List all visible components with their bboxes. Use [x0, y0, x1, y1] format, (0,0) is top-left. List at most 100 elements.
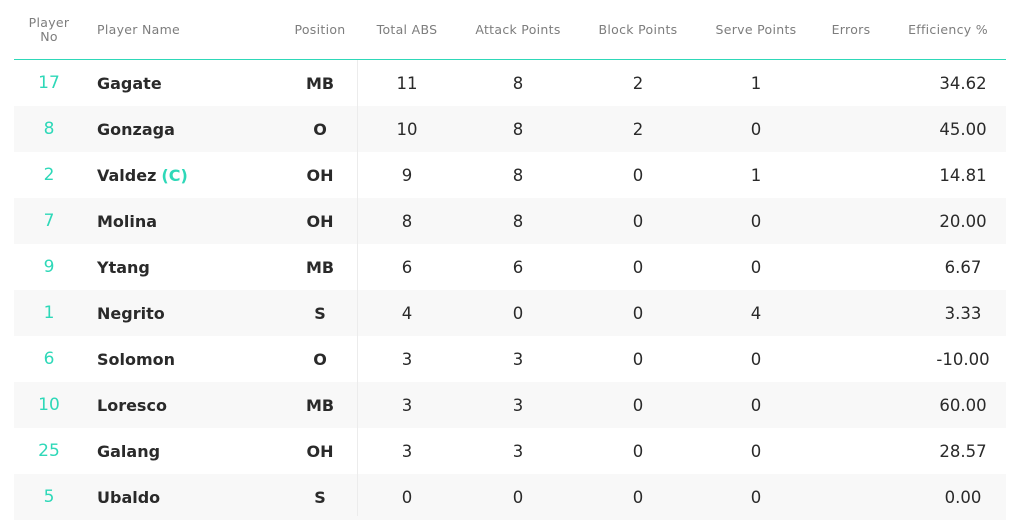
attack-points-value-text: 0	[512, 303, 524, 323]
serve-points-value-text: 0	[750, 487, 762, 507]
player-name-text: Molina	[97, 211, 158, 231]
total-abs-value-text: 0	[401, 487, 413, 507]
efficiency-value-text: 60.00	[939, 395, 987, 415]
player-name: Loresco	[97, 382, 277, 428]
efficiency-value: -10.00	[894, 336, 1002, 382]
attack-points-value: 8	[468, 198, 568, 244]
total-abs-value-text: 3	[401, 441, 413, 461]
efficiency-value: 3.33	[894, 290, 1002, 336]
player-number: 9	[14, 244, 84, 290]
errors-value	[821, 382, 881, 428]
player-position: O	[284, 106, 356, 152]
player-number-text: 1	[43, 303, 55, 323]
table-row: 2 Valdez (C) OH 9 8 0 1 14.81	[14, 152, 1006, 198]
block-points-value-text: 0	[632, 349, 644, 369]
table-row: 5 Ubaldo S 0 0 0 0 0.00	[14, 474, 1006, 520]
player-position: OH	[284, 198, 356, 244]
attack-points-value: 8	[468, 60, 568, 106]
table-body: 17 Gagate MB 11 8 2 1 34.62 8 Gonzaga O 10 8 2 0 45.00 2…	[14, 60, 1006, 520]
total-abs-value-text: 6	[401, 257, 413, 277]
player-number: 6	[14, 336, 84, 382]
player-number-text: 7	[43, 211, 55, 231]
errors-value	[821, 336, 881, 382]
serve-points-value-text: 4	[750, 303, 762, 323]
player-name-text: Ytang	[97, 257, 150, 277]
player-number: 8	[14, 106, 84, 152]
attack-points-value-text: 8	[512, 211, 524, 231]
player-number-text: 17	[38, 73, 60, 93]
player-position-text: MB	[305, 257, 335, 277]
header-block-points[interactable]: Block Points	[588, 0, 688, 60]
efficiency-value: 6.67	[894, 244, 1002, 290]
block-points-value: 2	[588, 60, 688, 106]
efficiency-value: 14.81	[894, 152, 1002, 198]
player-number: 10	[14, 382, 84, 428]
errors-value	[821, 106, 881, 152]
errors-value	[821, 290, 881, 336]
efficiency-value: 0.00	[894, 474, 1002, 520]
player-position: OH	[284, 152, 356, 198]
serve-points-value: 0	[706, 106, 806, 152]
header-player-no-line1: Player	[28, 15, 70, 30]
total-abs-value: 4	[367, 290, 447, 336]
serve-points-value: 0	[706, 474, 806, 520]
total-abs-value: 3	[367, 382, 447, 428]
header-player-no[interactable]: Player No	[14, 0, 84, 60]
header-serve-points[interactable]: Serve Points	[706, 0, 806, 60]
total-abs-value-text: 4	[401, 303, 413, 323]
header-position[interactable]: Position	[284, 0, 356, 60]
player-position-text: OH	[306, 165, 334, 185]
block-points-value-text: 0	[632, 487, 644, 507]
player-name-text: Galang	[97, 441, 161, 461]
player-position: MB	[284, 244, 356, 290]
header-efficiency[interactable]: Efficiency %	[894, 0, 1002, 60]
player-position-text: S	[314, 303, 326, 323]
player-number: 5	[14, 474, 84, 520]
serve-points-value: 0	[706, 428, 806, 474]
errors-value	[821, 60, 881, 106]
player-position-text: O	[313, 349, 327, 369]
player-number: 2	[14, 152, 84, 198]
total-abs-value: 8	[367, 198, 447, 244]
serve-points-value-text: 0	[750, 349, 762, 369]
player-name: Solomon	[97, 336, 277, 382]
header-errors[interactable]: Errors	[821, 0, 881, 60]
efficiency-value-text: 6.67	[944, 257, 982, 277]
serve-points-value: 1	[706, 60, 806, 106]
header-attack-points[interactable]: Attack Points	[468, 0, 568, 60]
player-name: Ytang	[97, 244, 277, 290]
total-abs-value-text: 10	[396, 119, 418, 139]
total-abs-value-text: 11	[396, 73, 418, 93]
attack-points-value-text: 3	[512, 441, 524, 461]
header-total-abs[interactable]: Total ABS	[367, 0, 447, 60]
efficiency-value-text: 28.57	[939, 441, 987, 461]
block-points-value-text: 0	[632, 165, 644, 185]
player-position-text: MB	[305, 73, 335, 93]
attack-points-value-text: 3	[512, 349, 524, 369]
block-points-value: 0	[588, 382, 688, 428]
serve-points-value-text: 0	[750, 119, 762, 139]
header-player-name[interactable]: Player Name	[97, 0, 277, 60]
player-position: O	[284, 336, 356, 382]
player-stats-table: Player No Player Name Position Total ABS …	[14, 0, 1006, 520]
attack-points-value: 0	[468, 290, 568, 336]
player-name: Valdez (C)	[97, 152, 277, 198]
player-number: 17	[14, 60, 84, 106]
efficiency-value-text: 3.33	[944, 303, 982, 323]
attack-points-value-text: 8	[512, 119, 524, 139]
table-row: 6 Solomon O 3 3 0 0 -10.00	[14, 336, 1006, 382]
attack-points-value-text: 6	[512, 257, 524, 277]
attack-points-value-text: 0	[512, 487, 524, 507]
block-points-value: 2	[588, 106, 688, 152]
attack-points-value: 3	[468, 428, 568, 474]
efficiency-value-text: 45.00	[939, 119, 987, 139]
efficiency-value-text: 34.62	[939, 73, 987, 93]
errors-value	[821, 198, 881, 244]
player-position: OH	[284, 428, 356, 474]
total-abs-value: 3	[367, 428, 447, 474]
total-abs-value-text: 8	[401, 211, 413, 231]
errors-value	[821, 244, 881, 290]
total-abs-value: 11	[367, 60, 447, 106]
column-divider	[357, 60, 358, 516]
attack-points-value: 0	[468, 474, 568, 520]
